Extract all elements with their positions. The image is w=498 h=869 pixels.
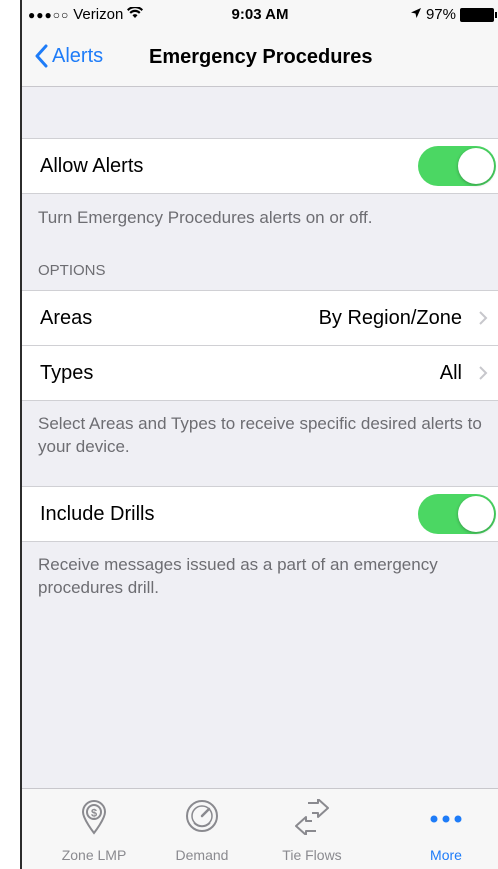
dollar-pin-icon: $ [81, 800, 107, 835]
navigation-bar: Alerts Emergency Procedures [22, 28, 498, 87]
arrows-icon [295, 799, 329, 835]
status-bar: ●●●○○ Verizon 9:03 AM 97% [22, 0, 498, 28]
toggle-knob [458, 496, 494, 532]
location-arrow-icon [410, 6, 422, 23]
include-drills-section: Include Drills [22, 486, 498, 542]
tab-tie-flows[interactable]: Tie Flows [262, 789, 362, 869]
back-button[interactable]: Alerts [34, 44, 103, 68]
include-drills-row: Include Drills [22, 487, 498, 541]
allow-alerts-footnote: Turn Emergency Procedures alerts on or o… [38, 208, 373, 227]
more-dots-icon [430, 815, 462, 823]
include-drills-footnote: Receive messages issued as a part of an … [38, 555, 438, 597]
gauge-icon [186, 800, 218, 832]
options-header: OPTIONS [38, 262, 106, 279]
back-button-label: Alerts [52, 44, 104, 67]
allow-alerts-section: Allow Alerts [22, 138, 498, 194]
tab-tie-flows-label: Tie Flows [282, 847, 342, 863]
types-row[interactable]: Types All [22, 345, 498, 400]
tab-demand[interactable]: Demand [152, 789, 252, 869]
page-title: Emergency Procedures [149, 46, 373, 68]
options-footnote: Select Areas and Types to receive specif… [38, 414, 482, 456]
include-drills-toggle[interactable] [418, 494, 496, 534]
tab-more-label: More [430, 847, 462, 863]
types-value: All [439, 361, 462, 384]
include-drills-label: Include Drills [40, 502, 155, 525]
areas-value: By Region/Zone [318, 306, 462, 329]
battery-icon [460, 7, 497, 22]
options-section: Areas By Region/Zone Types All [22, 290, 498, 401]
phone-screen: ●●●○○ Verizon 9:03 AM 97% Alerts Emergen… [20, 0, 498, 869]
chevron-right-icon [479, 366, 488, 380]
tab-bar: $ Zone LMP Demand Tie Flows More [22, 788, 498, 869]
allow-alerts-row: Allow Alerts [22, 139, 498, 193]
tab-more[interactable]: More [396, 789, 496, 869]
status-right: 97% [410, 6, 497, 23]
tab-zone-lmp-label: Zone LMP [61, 847, 127, 863]
allow-alerts-toggle[interactable] [418, 146, 496, 186]
allow-alerts-label: Allow Alerts [40, 154, 144, 177]
toggle-knob [458, 148, 494, 184]
types-label: Types [40, 361, 94, 384]
areas-label: Areas [40, 306, 93, 329]
svg-text:$: $ [91, 808, 97, 820]
tab-demand-label: Demand [175, 847, 229, 863]
battery-percent: 97% [425, 6, 456, 23]
tab-zone-lmp[interactable]: $ Zone LMP [44, 789, 144, 869]
areas-row[interactable]: Areas By Region/Zone [22, 291, 498, 345]
chevron-right-icon [479, 311, 488, 325]
chevron-left-icon [35, 44, 48, 68]
